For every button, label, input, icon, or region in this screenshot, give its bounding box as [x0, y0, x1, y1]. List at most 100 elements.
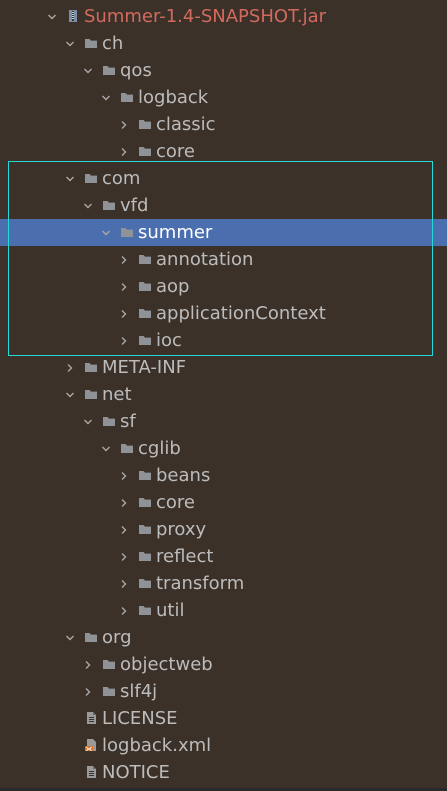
chevron-down-icon[interactable] [99, 84, 113, 111]
chevron-right-icon[interactable] [117, 300, 131, 327]
tree-row[interactable]: net [0, 381, 447, 408]
chevron-down-icon[interactable] [81, 408, 95, 435]
folder-icon [84, 630, 98, 644]
tree-row[interactable]: logback.xml [0, 732, 447, 759]
tree-item-label: qos [120, 60, 152, 81]
chevron-down-icon[interactable] [63, 381, 77, 408]
chevron-down-icon[interactable] [63, 624, 77, 651]
tree-row[interactable]: core [0, 138, 447, 165]
tree-item-label: transform [156, 573, 245, 594]
tree-row[interactable]: cglib [0, 435, 447, 462]
chevron-right-icon[interactable] [63, 354, 77, 381]
tree-row[interactable]: com [0, 165, 447, 192]
chevron-right-icon[interactable] [117, 246, 131, 273]
folder-icon [102, 657, 116, 671]
tree-row[interactable]: core [0, 489, 447, 516]
chevron-right-icon[interactable] [117, 570, 131, 597]
chevron-right-icon[interactable] [117, 597, 131, 624]
tree-row[interactable]: classic [0, 111, 447, 138]
tree-item-label: ch [102, 33, 124, 54]
tree-item-label: proxy [156, 519, 207, 540]
folder-icon [138, 252, 152, 266]
tree-item-label: core [156, 141, 195, 162]
folder-icon [138, 306, 152, 320]
chevron-down-icon[interactable] [63, 165, 77, 192]
tree-row[interactable]: util [0, 597, 447, 624]
tree-item-label: annotation [156, 249, 254, 270]
chevron-right-icon[interactable] [117, 273, 131, 300]
tree-row[interactable]: annotation [0, 246, 447, 273]
folder-icon [138, 495, 152, 509]
chevron-right-icon[interactable] [117, 543, 131, 570]
tree-row[interactable]: ch [0, 30, 447, 57]
tree-row[interactable]: sf [0, 408, 447, 435]
folder-icon [138, 549, 152, 563]
tree-item-label: logback [138, 87, 209, 108]
tree-row[interactable]: LICENSE [0, 705, 447, 732]
tree-row[interactable]: transform [0, 570, 447, 597]
folder-icon [84, 36, 98, 50]
folder-icon [138, 279, 152, 293]
tree-row[interactable]: ioc [0, 327, 447, 354]
chevron-down-icon[interactable] [81, 192, 95, 219]
folder-icon [138, 117, 152, 131]
tree-item-label: org [102, 627, 132, 648]
tree-row[interactable]: Summer-1.4-SNAPSHOT.jar [0, 3, 447, 30]
text-file-icon [84, 711, 98, 725]
chevron-down-icon[interactable] [99, 219, 113, 246]
tree-item-label: summer [138, 222, 213, 243]
folder-icon [102, 414, 116, 428]
folder-icon [138, 468, 152, 482]
tree-item-label: core [156, 492, 195, 513]
folder-icon [138, 144, 152, 158]
tree-row[interactable]: proxy [0, 516, 447, 543]
tree-item-label: com [102, 168, 141, 189]
tree-row[interactable]: logback [0, 84, 447, 111]
folder-icon [138, 522, 152, 536]
tree-row[interactable]: NOTICE [0, 759, 447, 786]
chevron-right-icon[interactable] [117, 462, 131, 489]
tree-row[interactable]: vfd [0, 192, 447, 219]
chevron-right-icon[interactable] [117, 516, 131, 543]
folder-icon [138, 576, 152, 590]
tree-item-label: cglib [138, 438, 181, 459]
chevron-right-icon[interactable] [81, 651, 95, 678]
tree-item-label: Summer-1.4-SNAPSHOT.jar [84, 6, 327, 27]
tree-row[interactable]: summer [0, 219, 447, 246]
text-file-icon [84, 765, 98, 779]
tree-item-label: vfd [120, 195, 149, 216]
folder-icon [102, 684, 116, 698]
tree-row[interactable]: beans [0, 462, 447, 489]
tree-item-label: net [102, 384, 132, 405]
tree-item-label: util [156, 600, 185, 621]
chevron-right-icon[interactable] [117, 138, 131, 165]
tree-row[interactable]: META-INF [0, 354, 447, 381]
chevron-right-icon[interactable] [117, 111, 131, 138]
chevron-down-icon[interactable] [99, 435, 113, 462]
tree-item-label: classic [156, 114, 216, 135]
tree-item-label: aop [156, 276, 190, 297]
folder-icon [102, 198, 116, 212]
chevron-right-icon[interactable] [117, 327, 131, 354]
tree-row[interactable]: objectweb [0, 651, 447, 678]
folder-icon [120, 225, 134, 239]
tree-row[interactable]: aop [0, 273, 447, 300]
tree-item-label: META-INF [102, 357, 187, 378]
tree-row[interactable]: reflect [0, 543, 447, 570]
chevron-right-icon[interactable] [117, 489, 131, 516]
tree-item-label: logback.xml [102, 735, 212, 756]
chevron-down-icon[interactable] [63, 30, 77, 57]
tree-row[interactable]: applicationContext [0, 300, 447, 327]
folder-icon [120, 90, 134, 104]
tree-item-label: objectweb [120, 654, 213, 675]
chevron-right-icon[interactable] [81, 678, 95, 705]
jar-icon [66, 9, 80, 23]
folder-icon [120, 441, 134, 455]
tree-item-label: NOTICE [102, 762, 170, 783]
tree-row[interactable]: qos [0, 57, 447, 84]
folder-icon [84, 360, 98, 374]
tree-row[interactable]: org [0, 624, 447, 651]
chevron-down-icon[interactable] [81, 57, 95, 84]
tree-row[interactable]: slf4j [0, 678, 447, 705]
chevron-down-icon[interactable] [45, 3, 59, 30]
